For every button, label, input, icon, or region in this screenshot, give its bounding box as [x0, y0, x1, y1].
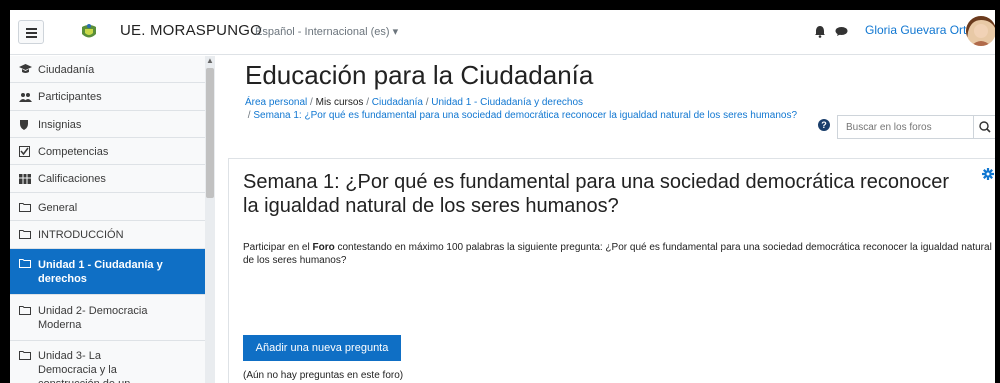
- table-icon: [19, 174, 31, 187]
- checkbox-icon: [19, 146, 30, 160]
- sidebar-item-label: Insignias: [38, 119, 82, 131]
- search-icon: [979, 121, 991, 133]
- sidebar-item-label: Ciudadanía: [38, 64, 95, 76]
- users-icon: [19, 92, 32, 105]
- sidebar-item-label: Participantes: [38, 91, 102, 103]
- user-name-link[interactable]: Gloria Guevara Ortiz: [865, 23, 975, 37]
- breadcrumb-area-personal[interactable]: Área personal: [245, 97, 307, 108]
- notification-bell-icon[interactable]: [814, 25, 826, 38]
- folder-icon: [19, 350, 31, 363]
- sidebar-item-label: INTRODUCCIÓN: [38, 229, 124, 241]
- no-questions-message: (Aún no hay preguntas en este foro): [243, 370, 404, 381]
- gear-icon[interactable]: [982, 168, 994, 180]
- shield-icon: [19, 119, 29, 133]
- folder-icon: [19, 305, 31, 318]
- sidebar-item-ciudadania[interactable]: Ciudadanía: [10, 56, 205, 83]
- sidebar-item-label: Unidad 2- Democracia Moderna: [38, 305, 148, 331]
- sidebar-item-unidad-1[interactable]: Unidad 1 - Ciudadanía y derechos: [10, 249, 205, 295]
- breadcrumb-unidad-1[interactable]: Unidad 1 - Ciudadanía y derechos: [431, 97, 583, 108]
- sidebar-scroll-thumb[interactable]: [206, 68, 214, 198]
- breadcrumb: Área personal / Mis cursos / Ciudadanía …: [245, 97, 798, 121]
- folder-icon: [19, 229, 31, 242]
- sidebar-item-unidad-3[interactable]: Unidad 3- La Democracia y la construcció…: [10, 341, 205, 383]
- forum-title: Semana 1: ¿Por qué es fundamental para u…: [243, 171, 949, 217]
- course-sidebar: Ciudadanía Participantes Insignias Compe…: [10, 56, 215, 383]
- folder-icon: [19, 258, 31, 271]
- sidebar-item-label: Unidad 3- La Democracia y la construcció…: [38, 350, 130, 383]
- forum-intro-bold: Foro: [312, 242, 335, 253]
- sidebar-item-unidad-2[interactable]: Unidad 2- Democracia Moderna: [10, 295, 205, 341]
- forum-intro: Participar en el Foro contestando en máx…: [243, 242, 992, 266]
- messages-chat-icon[interactable]: [835, 26, 848, 37]
- sidebar-item-introduccion[interactable]: INTRODUCCIÓN: [10, 221, 205, 249]
- search-button[interactable]: [973, 115, 995, 139]
- browser-frame: UE. MORASPUNGO Español - Internacional (…: [10, 10, 995, 383]
- menu-toggle-button[interactable]: [18, 20, 44, 44]
- top-navbar: UE. MORASPUNGO Español - Internacional (…: [10, 10, 995, 55]
- sidebar-item-label: Calificaciones: [38, 173, 106, 185]
- help-question-icon[interactable]: ?: [818, 119, 830, 131]
- scroll-up-arrow-icon[interactable]: ▲: [206, 56, 214, 65]
- sidebar-item-participantes[interactable]: Participantes: [10, 83, 205, 111]
- page-title: Educación para la Ciudadanía: [245, 60, 594, 90]
- sidebar-item-competencias[interactable]: Competencias: [10, 138, 205, 165]
- breadcrumb-mis-cursos[interactable]: Mis cursos: [316, 97, 364, 108]
- add-new-question-button[interactable]: Añadir una nueva pregunta: [243, 335, 401, 361]
- sidebar-item-label: General: [38, 202, 78, 214]
- language-selector[interactable]: Español - Internacional (es) ▾: [255, 25, 398, 38]
- sidebar-item-insignias[interactable]: Insignias: [10, 111, 205, 138]
- forum-search-input[interactable]: [837, 115, 977, 139]
- folder-icon: [19, 202, 31, 215]
- sidebar-item-label: Unidad 1 - Ciudadanía y derechos: [38, 259, 163, 285]
- school-logo-icon[interactable]: [78, 21, 100, 43]
- graduation-cap-icon: [19, 64, 32, 77]
- sidebar-item-label: Competencias: [38, 146, 109, 158]
- breadcrumb-ciudadania[interactable]: Ciudadanía: [372, 97, 423, 108]
- breadcrumb-semana-1[interactable]: Semana 1: ¿Por qué es fundamental para u…: [253, 110, 797, 121]
- sidebar-item-general[interactable]: General: [10, 193, 205, 221]
- site-name-link[interactable]: UE. MORASPUNGO: [120, 22, 262, 39]
- user-avatar[interactable]: [966, 16, 995, 46]
- sidebar-item-calificaciones[interactable]: Calificaciones: [10, 165, 205, 193]
